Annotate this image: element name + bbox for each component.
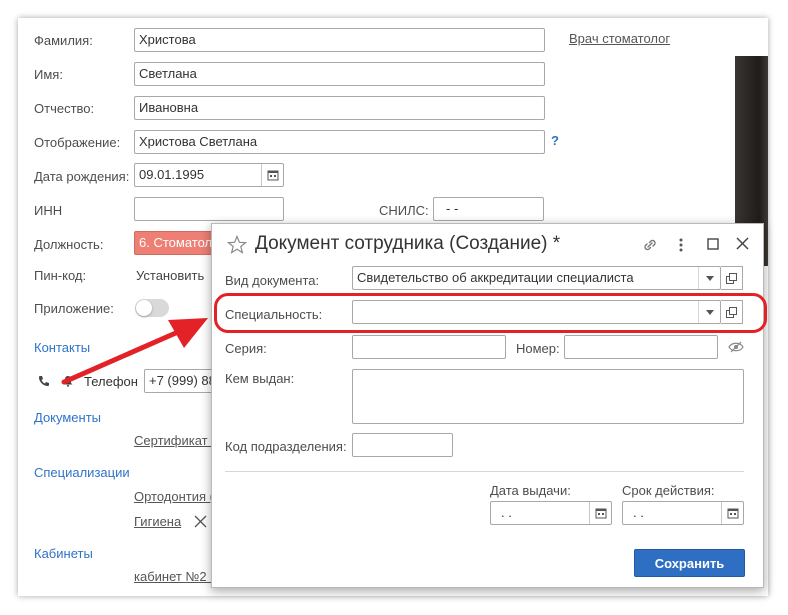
- validity-value: . .: [633, 505, 644, 520]
- birthdate-field[interactable]: 09.01.1995: [134, 163, 284, 187]
- issued-by-label: Кем выдан:: [225, 371, 295, 386]
- doc-type-value: Свидетельство об аккредитации специалист…: [357, 270, 634, 285]
- help-icon[interactable]: ?: [551, 133, 559, 148]
- issue-date-value: . .: [501, 505, 512, 520]
- calendar-icon[interactable]: [721, 502, 743, 524]
- validity-field[interactable]: . .: [622, 501, 744, 525]
- chevron-down-icon[interactable]: [698, 267, 720, 289]
- document-link[interactable]: Сертификат в: [134, 433, 218, 448]
- birthdate-value: 09.01.1995: [139, 167, 205, 182]
- spec-item-link[interactable]: Ортодонтия (: [134, 489, 214, 504]
- issue-date-field[interactable]: . .: [490, 501, 612, 525]
- annotation-arrow-icon: [61, 318, 208, 385]
- specializations-section[interactable]: Специализации: [34, 465, 130, 480]
- pin-label: Пин-код:: [34, 268, 87, 283]
- surname-label: Фамилия:: [34, 33, 93, 48]
- more-icon[interactable]: [678, 237, 684, 256]
- maximize-icon[interactable]: [707, 238, 719, 253]
- save-button[interactable]: Сохранить: [634, 549, 745, 577]
- doc-type-field[interactable]: Свидетельство об аккредитации специалист…: [352, 266, 721, 290]
- issued-by-field[interactable]: [352, 369, 744, 424]
- name-field[interactable]: Светлана: [134, 62, 545, 86]
- calendar-icon[interactable]: [261, 164, 283, 186]
- calendar-icon[interactable]: [589, 502, 611, 524]
- cabinets-section[interactable]: Кабинеты: [34, 546, 93, 561]
- validity-label: Срок действия:: [622, 483, 715, 498]
- open-doc-type-icon[interactable]: [721, 266, 743, 290]
- division-code-label: Код подразделения:: [225, 439, 347, 454]
- inn-field[interactable]: [134, 197, 284, 221]
- name-label: Имя:: [34, 67, 63, 82]
- snils-field[interactable]: - -: [433, 197, 544, 221]
- role-link[interactable]: Врач стоматолог: [569, 31, 670, 46]
- display-label: Отображение:: [34, 135, 121, 150]
- specialty-highlight: [214, 293, 767, 333]
- series-label: Серия:: [225, 341, 267, 356]
- dialog-title: Документ сотрудника (Создание) *: [255, 233, 561, 254]
- employee-document-dialog: Документ сотрудника (Создание) * Вид док…: [211, 223, 764, 588]
- star-icon[interactable]: [226, 234, 248, 258]
- division-code-field[interactable]: [352, 433, 453, 457]
- position-label: Должность:: [34, 237, 104, 252]
- inn-label: ИНН: [34, 203, 63, 218]
- eye-hidden-icon[interactable]: [728, 341, 744, 356]
- cabinet-link[interactable]: кабинет №2 к: [134, 569, 216, 584]
- documents-section[interactable]: Документы: [34, 410, 101, 425]
- series-field[interactable]: [352, 335, 506, 359]
- number-field[interactable]: [564, 335, 718, 359]
- remove-icon[interactable]: [194, 515, 207, 531]
- patronymic-label: Отчество:: [34, 101, 95, 116]
- birthdate-label: Дата рождения:: [34, 169, 130, 184]
- doc-type-label: Вид документа:: [225, 273, 320, 288]
- divider: [225, 471, 744, 472]
- link-icon[interactable]: [641, 236, 659, 257]
- issue-date-label: Дата выдачи:: [490, 483, 571, 498]
- spec-item-link[interactable]: Гигиена: [134, 514, 181, 529]
- patronymic-field[interactable]: Ивановна: [134, 96, 545, 120]
- phone-icon: [38, 375, 50, 390]
- close-icon[interactable]: [736, 237, 749, 253]
- surname-field[interactable]: Христова: [134, 28, 545, 52]
- snils-label: СНИЛС:: [379, 203, 429, 218]
- display-field[interactable]: Христова Светлана: [134, 130, 545, 154]
- number-label: Номер:: [516, 341, 560, 356]
- pin-set-link[interactable]: Установить: [136, 268, 204, 284]
